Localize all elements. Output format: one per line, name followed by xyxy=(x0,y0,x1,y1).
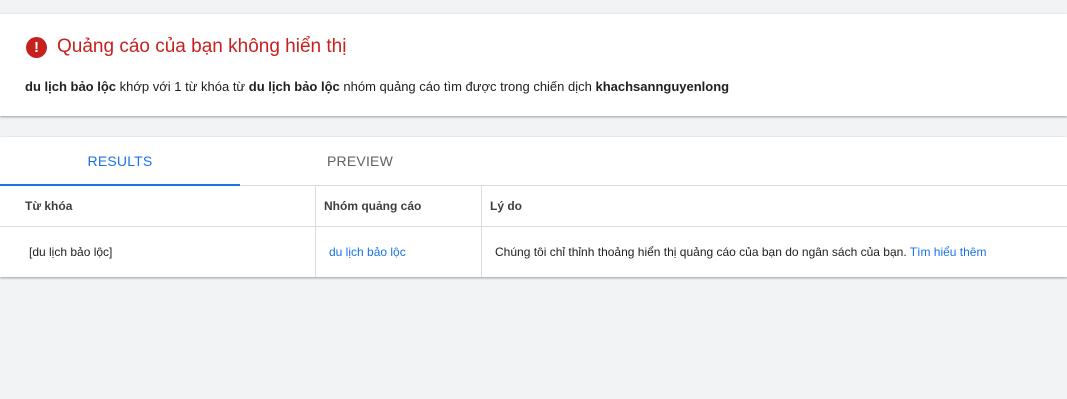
desc-text-2: nhóm quảng cáo tìm được trong chiến dịch xyxy=(339,79,596,94)
cell-adgroup: du lịch bảo lộc xyxy=(316,227,482,277)
header-reason: Lý do xyxy=(490,199,522,213)
tab-results[interactable]: RESULTS xyxy=(0,137,240,186)
cell-keyword: [du lịch bảo lộc] xyxy=(0,227,316,277)
tab-results-label: RESULTS xyxy=(87,153,153,169)
desc-keyword: du lịch bảo lộc xyxy=(25,79,117,94)
alert-title: Quảng cáo của bạn không hiển thị xyxy=(57,36,347,57)
cell-reason: Chúng tôi chỉ thỉnh thoảng hiển thị quản… xyxy=(482,227,1067,277)
results-table: Từ khóa Nhóm quảng cáo Lý do [du lịch bả… xyxy=(0,186,1067,277)
desc-campaign: khachsannguyenlong xyxy=(595,79,730,94)
tab-bar: RESULTS PREVIEW xyxy=(0,137,1067,186)
alert-description: du lịch bảo lộc khớp với 1 từ khóa từ du… xyxy=(25,79,729,94)
top-strip xyxy=(0,0,1067,14)
alert-title-row: ! Quảng cáo của bạn không hiển thị xyxy=(26,36,346,58)
table-row: [du lịch bảo lộc] du lịch bảo lộc Chúng … xyxy=(0,227,1067,277)
tab-preview-label: PREVIEW xyxy=(327,153,393,169)
learn-more-link[interactable]: Tìm hiểu thêm xyxy=(910,245,987,259)
adgroup-link[interactable]: du lịch bảo lộc xyxy=(329,245,406,259)
error-icon: ! xyxy=(26,36,47,58)
keyword-value: [du lịch bảo lộc] xyxy=(29,245,113,259)
alert-card: ! Quảng cáo của bạn không hiển thị du lị… xyxy=(0,14,1067,116)
desc-adgroup: du lịch bảo lộc xyxy=(248,79,340,94)
table-header-row: Từ khóa Nhóm quảng cáo Lý do xyxy=(0,186,1067,227)
tab-preview[interactable]: PREVIEW xyxy=(240,137,480,185)
header-adgroup: Nhóm quảng cáo xyxy=(316,186,482,226)
reason-value: Chúng tôi chỉ thỉnh thoảng hiển thị quản… xyxy=(495,245,910,259)
reason-text: Chúng tôi chỉ thỉnh thoảng hiển thị quản… xyxy=(495,245,986,259)
desc-text-1: khớp với 1 từ khóa từ xyxy=(116,79,249,94)
header-keyword: Từ khóa xyxy=(0,186,316,226)
results-card: RESULTS PREVIEW Từ khóa Nhóm quảng cáo L… xyxy=(0,137,1067,277)
